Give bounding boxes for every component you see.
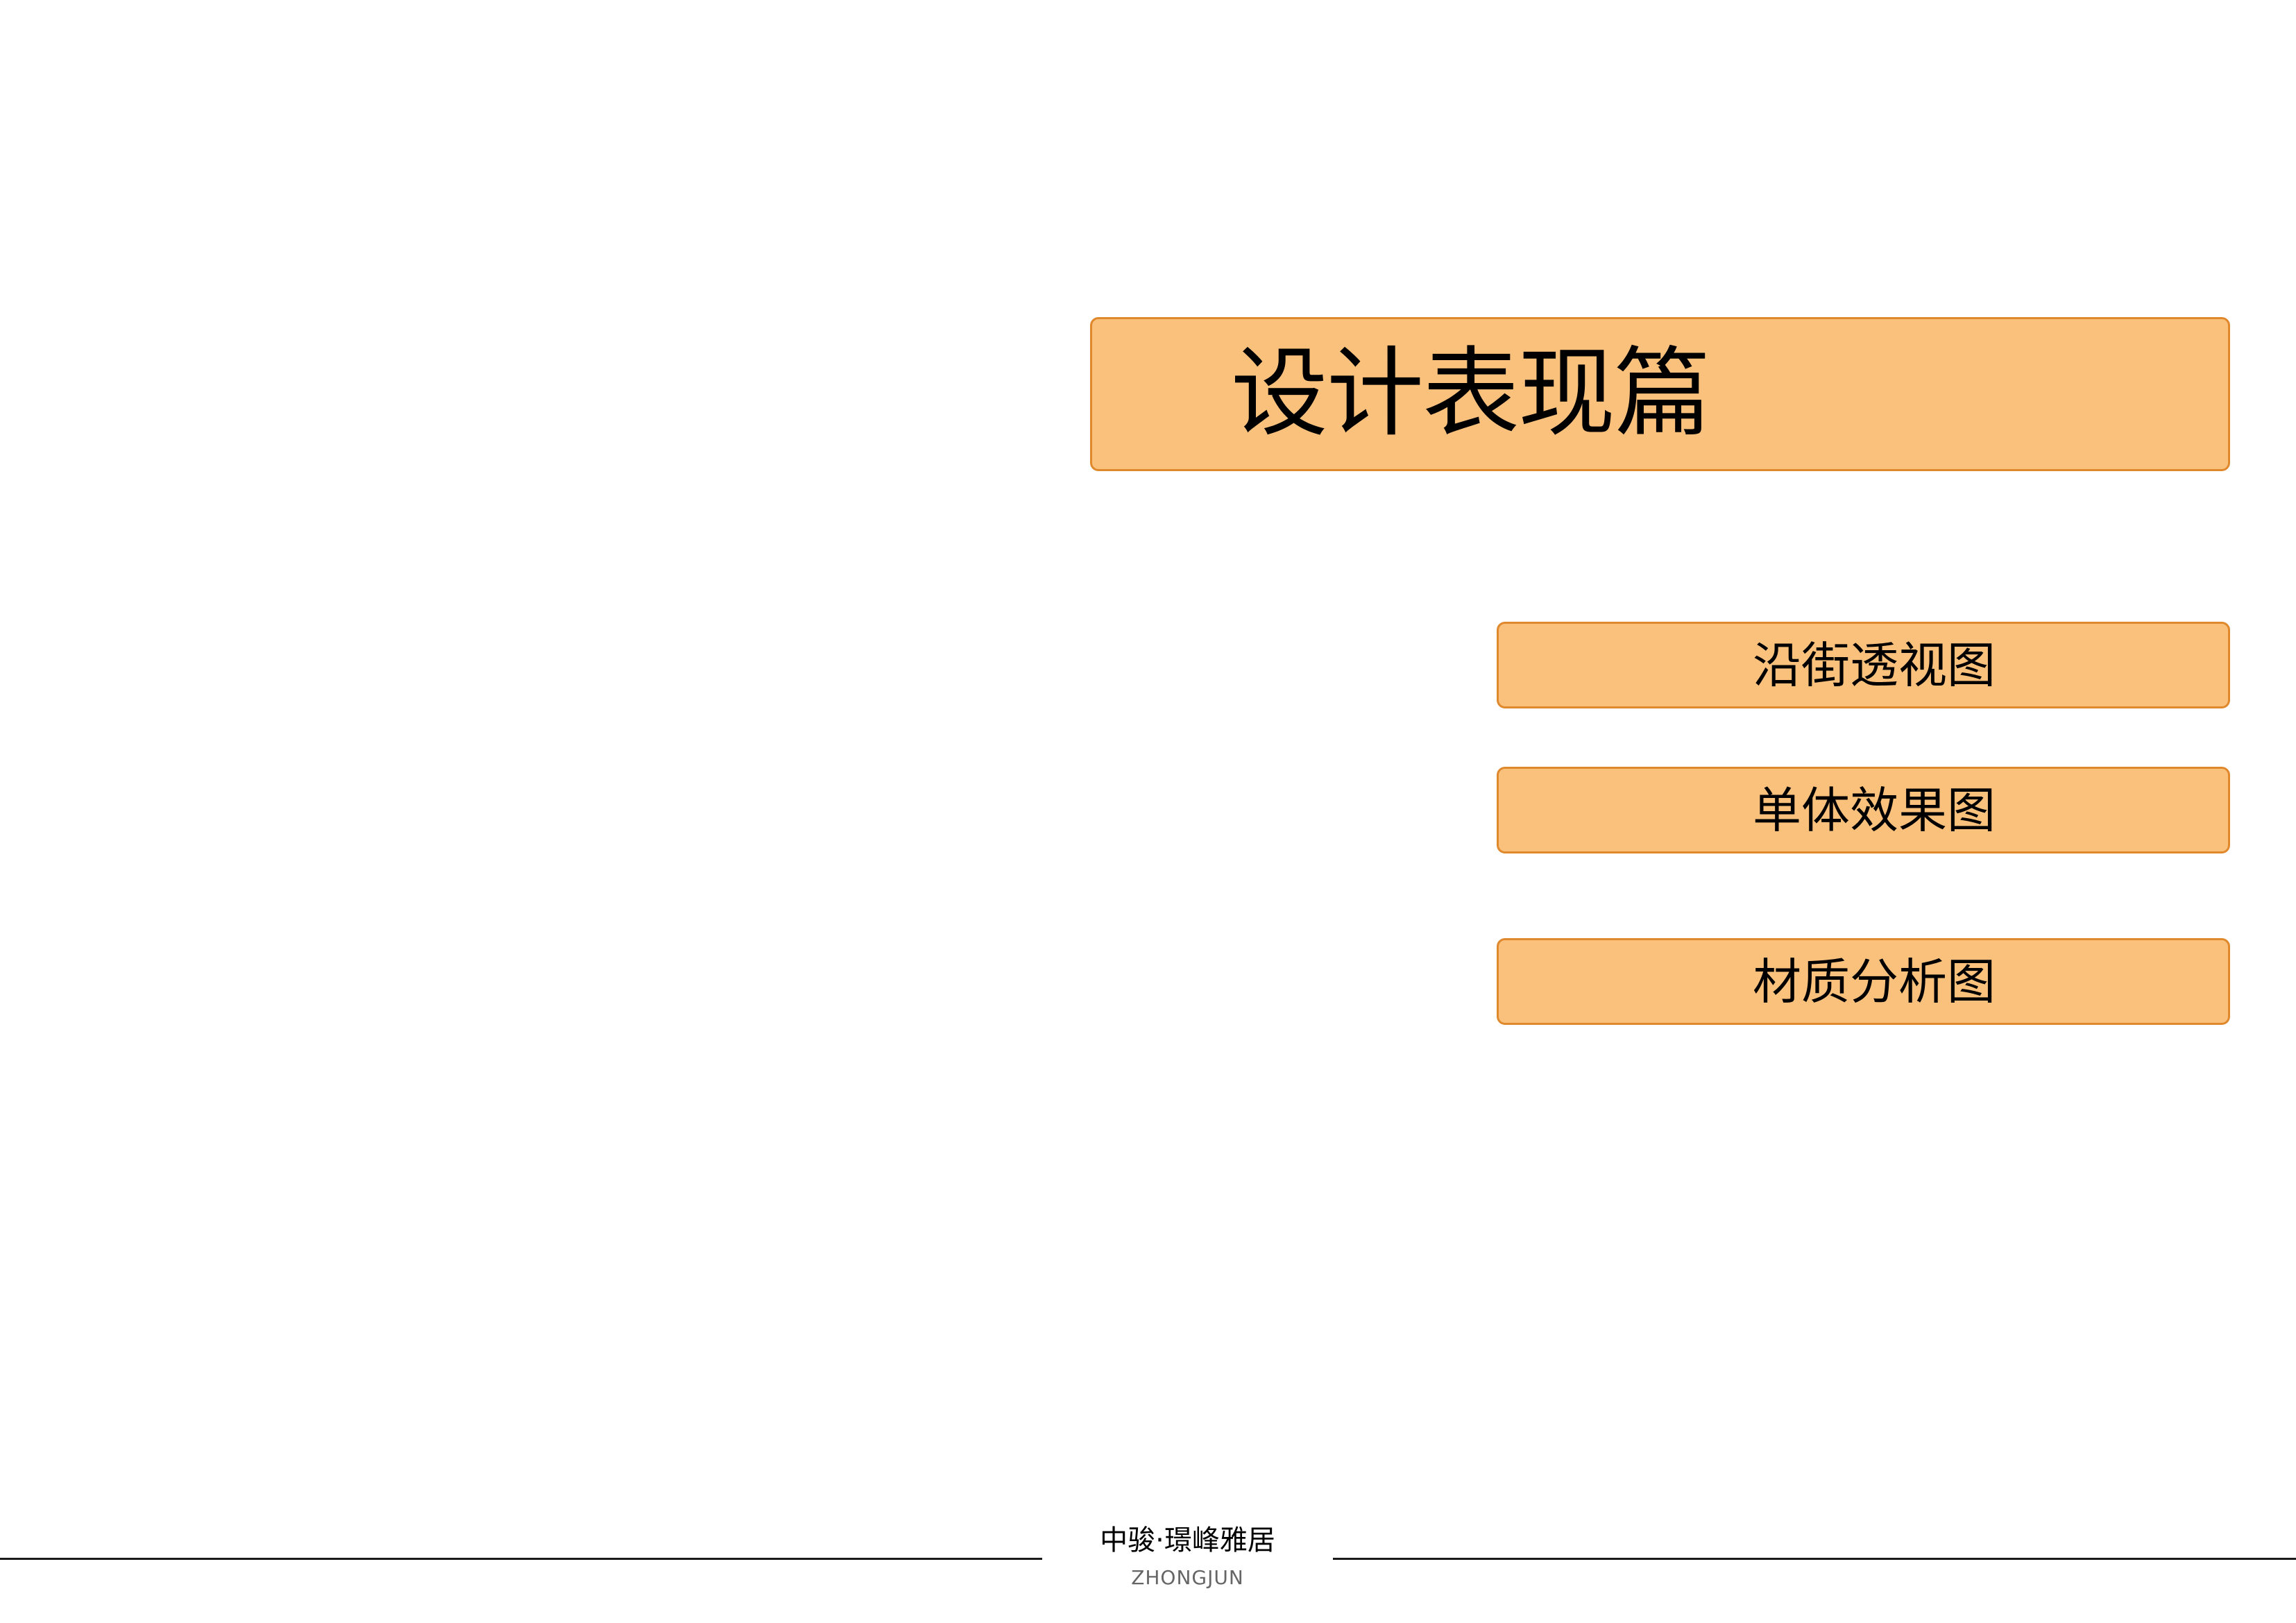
menu-item-label: 沿街透视图 <box>1753 636 1996 694</box>
section-title: 设计表现篇 <box>1231 337 1711 450</box>
footer-brand: 中骏·璟峰雅居 <box>1100 1524 1275 1556</box>
footer-divider-right <box>1333 1558 2296 1560</box>
menu-item-label: 材质分析图 <box>1753 953 1996 1010</box>
menu-item-street-perspective[interactable]: 沿街透视图 <box>1497 622 2230 708</box>
footer-divider-left <box>0 1558 1042 1560</box>
footer-brand-subtitle: ZHONGJUN <box>1131 1566 1244 1589</box>
menu-item-label: 单体效果图 <box>1753 781 1996 839</box>
section-title-banner: 设计表现篇 <box>1090 317 2230 471</box>
menu-item-material-analysis[interactable]: 材质分析图 <box>1497 938 2230 1025</box>
menu-item-building-rendering[interactable]: 单体效果图 <box>1497 767 2230 853</box>
